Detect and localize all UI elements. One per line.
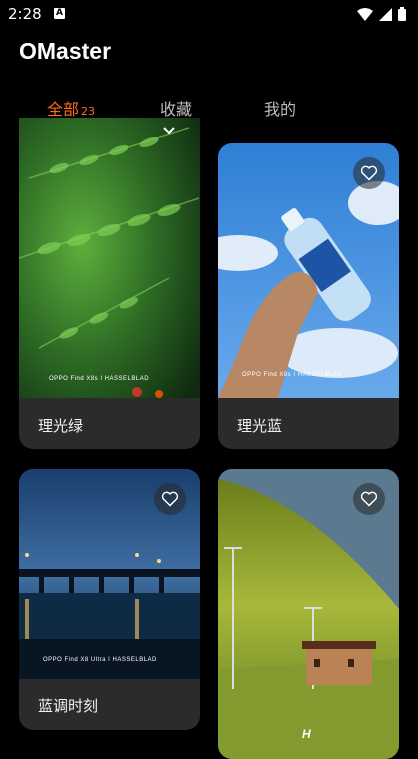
card-label: 蓝调时刻 xyxy=(38,697,99,715)
status-time: 2:28 xyxy=(8,5,42,23)
photo-watermark: OPPO Find X8 Ultra I HASSELBLAD xyxy=(43,657,157,663)
tab-favorites[interactable]: 收藏 xyxy=(160,96,192,120)
signal-icon xyxy=(379,7,392,21)
tab-mine[interactable]: 我的 xyxy=(264,96,296,120)
card-green-hills[interactable]: H xyxy=(218,469,399,759)
photo-watermark: OPPO Find X8s I HASSELBLAD xyxy=(49,376,150,382)
tab-all[interactable]: 全部 23 xyxy=(47,96,95,120)
a-icon: A xyxy=(54,8,65,19)
status-bar: 2:28 A xyxy=(0,0,418,30)
wifi-icon xyxy=(357,7,373,21)
heart-outline-icon xyxy=(360,491,378,507)
heart-outline-icon xyxy=(161,491,179,507)
battery-icon xyxy=(398,7,406,21)
photo-watermark: OPPO Find X8s I HASSELBLAD xyxy=(242,372,343,378)
favorite-button[interactable] xyxy=(353,157,385,189)
heart-outline-icon xyxy=(360,165,378,181)
status-icons xyxy=(357,7,406,21)
tab-all-count-badge: 23 xyxy=(81,105,96,118)
favorite-button[interactable] xyxy=(353,483,385,515)
card-label: 理光绿 xyxy=(38,417,84,435)
card-ricoh-green[interactable]: OPPO Find X8s I HASSELBLAD 理光绿 xyxy=(19,118,200,449)
photo-watermark: H xyxy=(302,727,312,741)
card-ricoh-blue[interactable]: OPPO Find X8s I HASSELBLAD 理光蓝 xyxy=(218,143,399,449)
card-photo-leaves xyxy=(19,118,200,398)
chevron-down-icon xyxy=(163,127,175,135)
favorite-button[interactable] xyxy=(154,483,186,515)
tab-all-label: 全部 xyxy=(47,100,80,119)
app-title: OMaster xyxy=(19,38,112,64)
card-label: 理光蓝 xyxy=(237,417,283,435)
card-blue-hour[interactable]: OPPO Find X8 Ultra I HASSELBLAD 蓝调时刻 xyxy=(19,469,200,730)
